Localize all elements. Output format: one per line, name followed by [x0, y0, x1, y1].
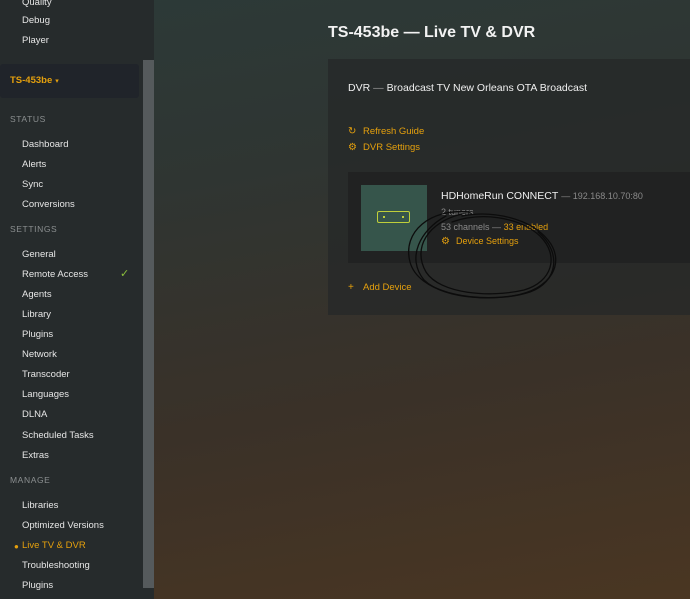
- gear-icon: ⚙: [348, 142, 357, 153]
- sidebar-item-quality[interactable]: Quality: [22, 0, 52, 8]
- dvr-label: DVR: [348, 82, 371, 94]
- sidebar-item-label: Live TV & DVR: [22, 540, 86, 551]
- channel-count: 53 channels —: [441, 222, 502, 232]
- sidebar-item-conversions[interactable]: Conversions: [22, 199, 75, 210]
- add-device-label: Add Device: [363, 282, 412, 293]
- server-selector[interactable]: TS-453be ▾: [10, 75, 59, 86]
- sidebar-item-remote-access[interactable]: Remote Access: [22, 269, 88, 280]
- sidebar-item-dlna[interactable]: DLNA: [22, 409, 47, 420]
- sidebar-item-scheduled-tasks[interactable]: Scheduled Tasks: [22, 430, 94, 441]
- device-name-label: HDHomeRun CONNECT: [441, 190, 559, 202]
- refresh-guide-link[interactable]: ↻ Refresh Guide: [348, 126, 424, 137]
- dvr-separator: —: [373, 82, 384, 94]
- sidebar-item-network[interactable]: Network: [22, 349, 57, 360]
- sidebar-item-agents[interactable]: Agents: [22, 289, 52, 300]
- dvr-settings-link[interactable]: ⚙ DVR Settings: [348, 142, 420, 153]
- refresh-guide-label: Refresh Guide: [363, 126, 425, 137]
- sidebar-item-plugins-settings[interactable]: Plugins: [22, 329, 53, 340]
- device-channels: 53 channels — 33 enabled: [441, 222, 548, 232]
- sidebar-item-alerts[interactable]: Alerts: [22, 159, 46, 170]
- device-settings-label: Device Settings: [456, 236, 519, 246]
- sidebar-item-live-tv-dvr[interactable]: ● Live TV & DVR: [14, 540, 86, 551]
- sidebar-item-dashboard[interactable]: Dashboard: [22, 139, 68, 150]
- dvr-title: DVR — Broadcast TV New Orleans OTA Broadca…: [348, 82, 587, 94]
- sidebar-item-extras[interactable]: Extras: [22, 450, 49, 461]
- device-tuners: 2 tuners: [441, 207, 474, 217]
- sidebar-item-transcoder[interactable]: Transcoder: [22, 369, 70, 380]
- active-indicator-icon: ●: [14, 542, 19, 551]
- sidebar-item-troubleshooting[interactable]: Troubleshooting: [22, 560, 90, 571]
- add-device-link[interactable]: + Add Device: [348, 282, 412, 293]
- sidebar-item-plugins-manage[interactable]: Plugins: [22, 580, 53, 591]
- sidebar-item-languages[interactable]: Languages: [22, 389, 69, 400]
- sidebar-item-sync[interactable]: Sync: [22, 179, 43, 190]
- sidebar-item-general[interactable]: General: [22, 249, 56, 260]
- section-status: STATUS: [10, 114, 46, 124]
- sidebar-item-debug[interactable]: Debug: [22, 15, 50, 26]
- sidebar-item-libraries[interactable]: Libraries: [22, 500, 58, 511]
- tuner-device-icon: [377, 211, 410, 223]
- sidebar-item-optimized-versions[interactable]: Optimized Versions: [22, 520, 104, 531]
- device-ip: — 192.168.10.70:80: [561, 191, 643, 201]
- check-icon: ✓: [120, 268, 130, 280]
- plus-icon: +: [348, 282, 354, 293]
- sidebar-item-library[interactable]: Library: [22, 309, 51, 320]
- refresh-icon: ↻: [348, 126, 357, 137]
- section-manage: MANAGE: [10, 475, 51, 485]
- chevron-down-icon: ▾: [55, 78, 59, 85]
- device-settings-link[interactable]: ⚙ Device Settings: [441, 236, 519, 247]
- dvr-name: Broadcast TV New Orleans OTA Broadcast: [386, 82, 588, 94]
- section-settings: SETTINGS: [10, 224, 58, 234]
- sidebar-item-player[interactable]: Player: [22, 35, 49, 46]
- gear-icon: ⚙: [441, 236, 450, 247]
- page-title: TS-453be — Live TV & DVR: [328, 24, 536, 41]
- device-name: HDHomeRun CONNECT — 192.168.10.70:80: [441, 190, 643, 202]
- server-name: TS-453be: [10, 75, 53, 86]
- sidebar-scrollbar[interactable]: [143, 60, 154, 588]
- enabled-count: 33 enabled: [503, 222, 549, 232]
- dvr-settings-label: DVR Settings: [363, 142, 421, 153]
